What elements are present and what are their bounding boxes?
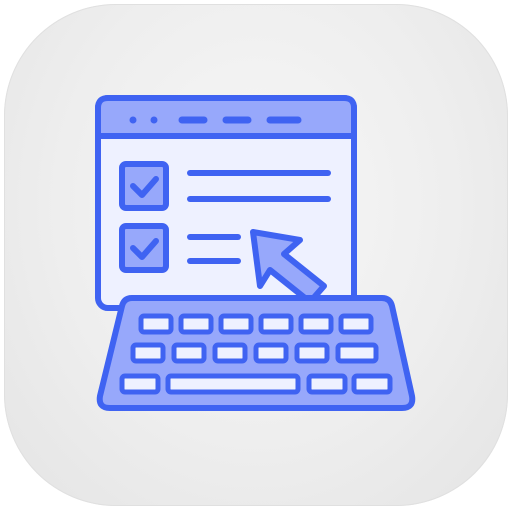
window-dot-icon <box>129 116 137 124</box>
keyboard <box>96 295 416 411</box>
keyboard-key <box>258 313 294 335</box>
keyboard-key <box>130 342 166 364</box>
keyboard-key <box>338 313 374 335</box>
keyboard-key <box>178 313 214 335</box>
keyboard-key <box>298 313 334 335</box>
keyboard-key <box>253 342 289 364</box>
keyboard-key <box>212 342 248 364</box>
keyboard-spacebar <box>165 373 301 395</box>
keyboard-key <box>351 373 393 395</box>
window-dot-icon <box>150 116 158 124</box>
keyboard-key <box>119 373 161 395</box>
online-form-keyboard-icon <box>95 95 416 411</box>
keyboard-key <box>294 342 330 364</box>
icon-stage <box>0 0 512 512</box>
checkbox <box>119 223 169 273</box>
keyboard-key <box>218 313 254 335</box>
keyboard-key <box>335 342 379 364</box>
keyboard-key <box>138 313 174 335</box>
checkbox <box>119 161 169 211</box>
keyboard-key <box>306 373 348 395</box>
keyboard-key <box>171 342 207 364</box>
